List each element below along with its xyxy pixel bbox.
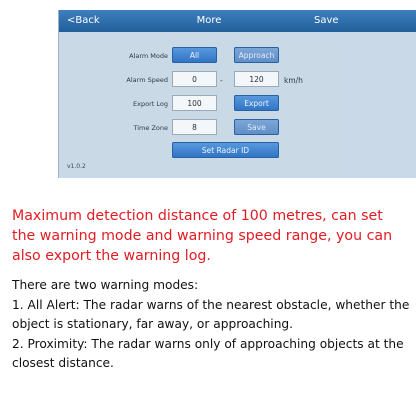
alarm-speed-min-field[interactable]: 0: [172, 71, 217, 87]
version-label: v1.0.2: [67, 163, 86, 170]
speed-unit: km/h: [284, 76, 303, 85]
export-log-field[interactable]: 100: [172, 95, 217, 111]
time-zone-label: Time Zone: [133, 124, 168, 132]
feature-caption: Maximum detection distance of 100 metres…: [12, 208, 393, 264]
alarm-mode-approach-button[interactable]: Approach: [234, 47, 279, 63]
mode2-paragraph: 2. Proximity: The radar warns only of ap…: [12, 336, 404, 371]
export-button[interactable]: Export: [234, 95, 279, 111]
intro-paragraph: There are two warning modes:: [12, 278, 199, 292]
speed-separator: -: [220, 76, 223, 85]
alarm-mode-all-button[interactable]: All: [172, 47, 217, 63]
device-screen: <Back More Save Alarm Mode All Approach …: [58, 10, 416, 178]
title-bar: <Back More Save: [59, 10, 416, 32]
mode1-paragraph: 1. All Alert: The radar warns of the nea…: [12, 297, 410, 332]
time-zone-save-button[interactable]: Save: [234, 119, 279, 135]
time-zone-field[interactable]: 8: [172, 119, 217, 135]
alarm-speed-max-field[interactable]: 120: [234, 71, 279, 87]
save-button-top[interactable]: Save: [314, 15, 339, 26]
alarm-speed-label: Alarm Speed: [126, 76, 168, 84]
settings-panel: Alarm Mode All Approach Alarm Speed 0 - …: [62, 36, 347, 176]
set-radar-id-button[interactable]: Set Radar ID: [172, 142, 279, 158]
export-log-label: Export Log: [133, 100, 168, 108]
description-text: There are two warning modes: 1. All Aler…: [12, 276, 410, 374]
alarm-mode-label: Alarm Mode: [129, 52, 168, 60]
